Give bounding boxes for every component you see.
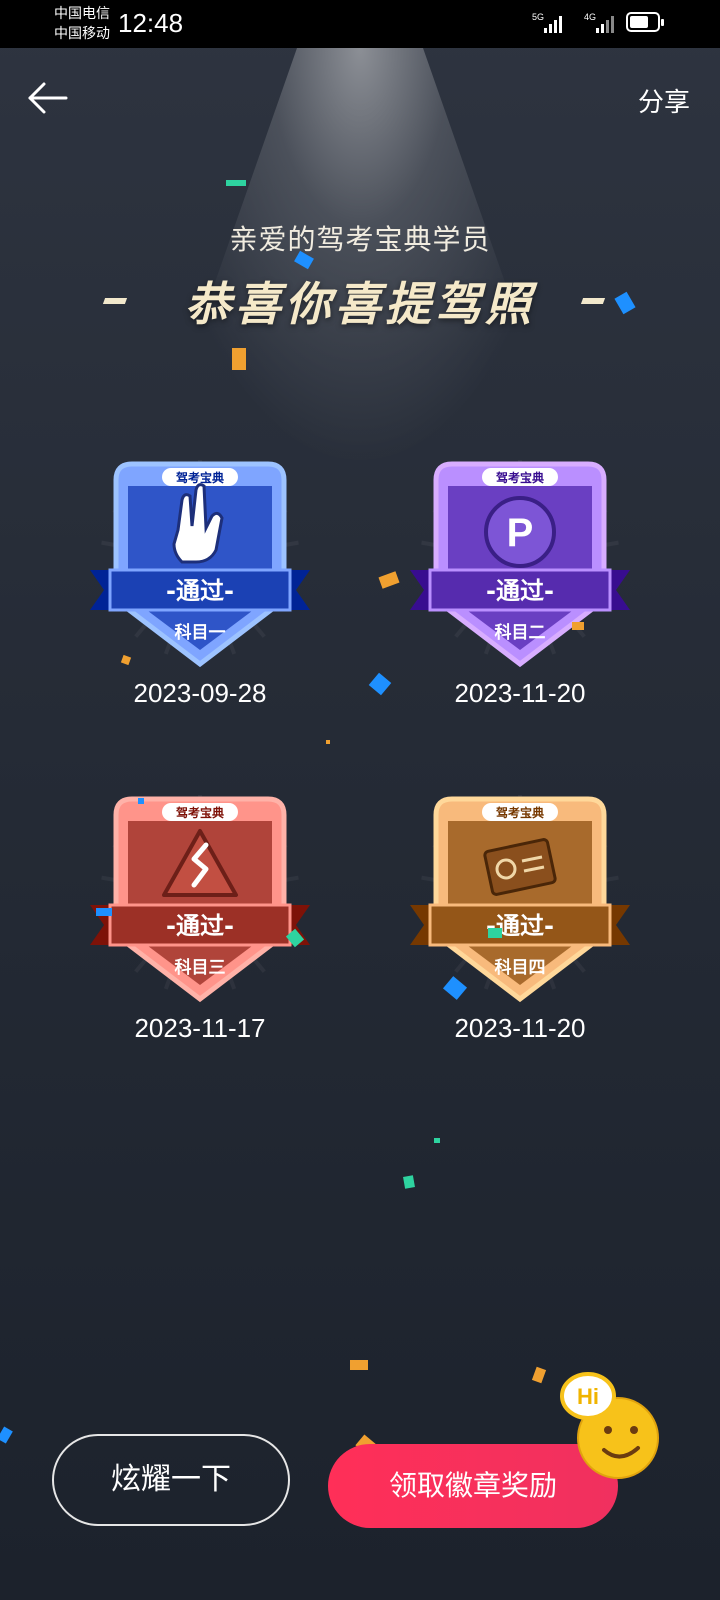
badge-date: 2023-09-28: [133, 678, 267, 708]
badge-date: 2023-11-20: [454, 678, 586, 708]
signal-5g-icon: 5G: [532, 12, 562, 33]
confetti-piece: [368, 672, 392, 696]
confetti-piece: [138, 798, 144, 804]
status-bar: 中国电信 中国移动 12:48 5G 4G: [0, 0, 720, 48]
badge-status: -通过-: [486, 577, 554, 605]
parking-p-icon: P: [484, 496, 556, 568]
carrier-labels: 中国电信 中国移动: [54, 4, 110, 44]
mascot-sign-text: Hi: [577, 1384, 599, 1409]
badge-brand: 驾考宝典: [175, 470, 224, 485]
badge-subject: 科目三: [175, 957, 226, 978]
headline: 恭喜你喜提驾照: [185, 277, 535, 331]
status-time: 12:48: [118, 8, 184, 38]
badge-card[interactable]: 驾考宝典 -通过- 科目三 2023-11-17: [70, 785, 330, 1065]
badge-card[interactable]: 驾考宝典 -通过- 科目一 2023-09-28: [70, 450, 330, 730]
badge-status: -通过-: [166, 912, 234, 940]
badge-date: 2023-11-20: [454, 1013, 586, 1043]
badge-emblem: 驾考宝典 -通过- 科目四: [410, 795, 630, 1003]
signal-4g-icon: 4G: [584, 12, 614, 33]
badge-subject: 科目四: [495, 957, 546, 978]
arrow-left-icon: [28, 82, 68, 114]
mascot-emoji-icon[interactable]: Hi: [548, 1368, 666, 1486]
confetti-piece: [403, 1175, 415, 1189]
confetti-piece: [96, 908, 112, 916]
share-button[interactable]: 分享: [638, 82, 690, 119]
badge-card[interactable]: 驾考宝典 -通过- 科目四 2023-11-20: [390, 785, 650, 1065]
back-button[interactable]: [24, 78, 72, 118]
confetti-piece: [0, 1426, 13, 1444]
badge-card[interactable]: 驾考宝典 P -通过- 科目二 2023-11-20: [390, 450, 650, 730]
carrier-1: 中国电信: [54, 6, 110, 22]
svg-text:P: P: [507, 511, 534, 555]
badge-brand: 驾考宝典: [495, 805, 544, 820]
badge-subject: 科目一: [175, 622, 226, 643]
badge-date: 2023-11-17: [134, 1013, 266, 1043]
spotlight: [150, 48, 570, 468]
badge-emblem: 驾考宝典 -通过- 科目一: [90, 460, 310, 668]
confetti-piece: [232, 348, 246, 370]
badge-subject: 科目二: [495, 622, 546, 643]
confetti-piece: [326, 740, 330, 744]
network-1-label: 5G: [532, 12, 544, 22]
confetti-piece: [434, 1138, 440, 1143]
confetti-piece: [350, 1360, 368, 1370]
show-off-button[interactable]: 炫耀一下: [52, 1434, 290, 1526]
confetti-piece: [488, 928, 502, 938]
badge-brand: 驾考宝典: [495, 470, 544, 485]
greeting-subtitle: 亲爱的驾考宝典学员: [229, 223, 491, 256]
badge-emblem: 驾考宝典 -通过- 科目三: [90, 795, 310, 1003]
confetti-piece: [226, 180, 246, 186]
network-2-label: 4G: [584, 12, 596, 22]
confetti-piece: [531, 1366, 547, 1384]
battery-icon: [626, 12, 664, 32]
badge-brand: 驾考宝典: [175, 805, 224, 820]
carrier-2: 中国移动: [54, 26, 110, 42]
badge-status: -通过-: [166, 577, 234, 605]
confetti-piece: [572, 622, 584, 630]
badge-emblem: 驾考宝典 P -通过- 科目二: [410, 460, 630, 668]
battery-fill: [630, 16, 648, 28]
